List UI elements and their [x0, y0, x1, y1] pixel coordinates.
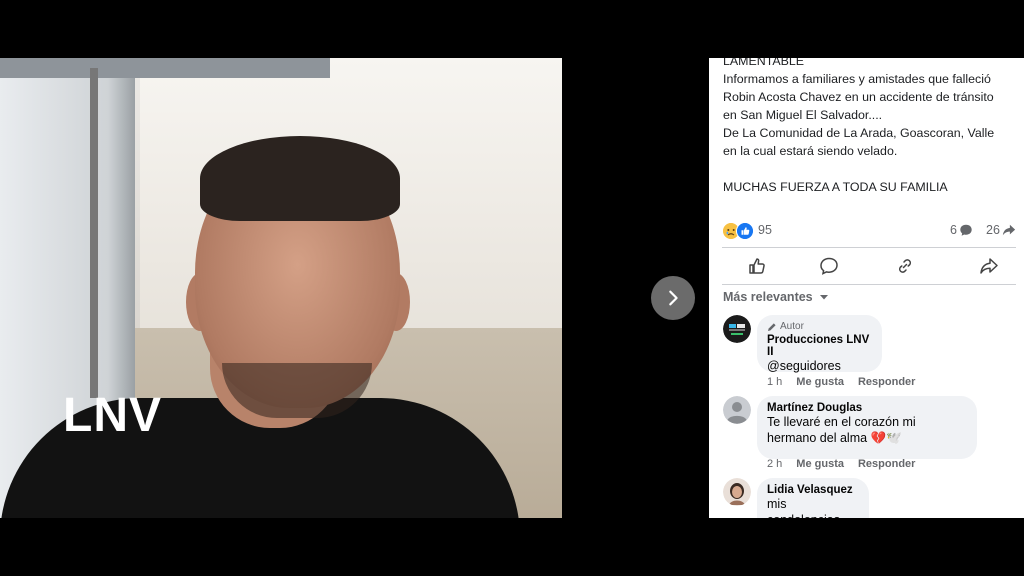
person-hair — [200, 136, 400, 221]
comment-reply-link[interactable]: Responder — [858, 458, 915, 470]
photo-pole — [90, 68, 98, 398]
reactions-bar: 95 6 26 — [722, 221, 1024, 241]
comment-count[interactable]: 6 — [950, 223, 973, 237]
post-line: Robin Acosta Chavez en un accidente de t… — [723, 90, 994, 104]
avatar[interactable] — [723, 315, 751, 343]
comment-bubble: Martínez Douglas Te llevaré en el corazó… — [757, 396, 977, 459]
default-user-avatar-icon — [723, 396, 751, 424]
comment-time[interactable]: 2 h — [767, 458, 782, 470]
commenter-name[interactable]: Lidia Velasquez — [767, 484, 859, 496]
post-line: Informamos a familiares y amistades que … — [723, 72, 991, 86]
post-line: De La Comunidad de La Arada, Goascoran, … — [723, 126, 995, 140]
post-actions — [722, 253, 1016, 279]
page-avatar-icon — [723, 315, 751, 343]
avatar[interactable] — [723, 396, 751, 424]
caret-down-icon — [819, 295, 828, 300]
comment-text-line: hermano del alma 💔🕊️ — [767, 431, 902, 445]
divider — [722, 247, 1016, 248]
comment-bubble: Lidia Velasquez mis condolencias — [757, 478, 869, 518]
post-line: LAMENTABLE — [723, 58, 805, 68]
copy-link-button[interactable] — [894, 255, 916, 277]
thumbs-up-icon — [749, 258, 765, 274]
comment-text-line: Te llevaré en el corazón mi — [767, 415, 916, 429]
post-line: en la cual estará siendo velado. — [723, 144, 898, 158]
comment-time[interactable]: 1 h — [767, 376, 782, 388]
share-icon — [980, 258, 998, 274]
divider — [722, 284, 1016, 285]
next-photo-button[interactable] — [651, 276, 695, 320]
post-text: LAMENTABLE Informamos a familiares y ami… — [723, 58, 1023, 196]
reaction-count[interactable]: 95 — [758, 223, 772, 237]
photo-watermark: LNV — [63, 389, 162, 442]
post-line: en San Miguel El Salvador.... — [723, 108, 883, 122]
share-arrow-icon — [1002, 224, 1016, 236]
comment-icon — [820, 257, 838, 275]
photo-frame — [0, 58, 330, 78]
author-badge-label: Autor — [780, 321, 804, 332]
user-photo-avatar-icon — [723, 478, 751, 506]
reaction-icons[interactable] — [722, 222, 754, 240]
post-photo[interactable]: LNV — [0, 58, 562, 518]
pencil-icon — [768, 322, 776, 331]
comment-bubble: Autor Producciones LNV II @seguidores — [757, 315, 882, 373]
comment-text: mis condolencias — [767, 497, 840, 518]
commenter-name[interactable]: Martínez Douglas — [767, 402, 967, 414]
post-panel: LAMENTABLE Informamos a familiares y ami… — [709, 58, 1024, 518]
comment-meta: 2 h Me gusta Responder — [767, 458, 915, 470]
share-count[interactable]: 26 — [986, 223, 1016, 237]
comment-count-value: 6 — [950, 223, 957, 237]
share-count-value: 26 — [986, 223, 1000, 237]
sort-comments-dropdown[interactable]: Más relevantes — [723, 290, 829, 304]
like-button[interactable] — [746, 255, 768, 277]
author-badge: Autor — [767, 321, 872, 332]
comment-bubble-icon — [960, 224, 972, 236]
post-closing: MUCHAS FUERZA A TODA SU FAMILIA — [723, 180, 948, 194]
like-reaction-icon — [736, 222, 754, 240]
comment-text: @seguidores — [767, 359, 841, 373]
comment-like-link[interactable]: Me gusta — [796, 458, 844, 470]
sort-label: Más relevantes — [723, 290, 813, 304]
comment-reply-link[interactable]: Responder — [858, 376, 915, 388]
commenter-name[interactable]: Producciones LNV II — [767, 334, 872, 358]
link-icon — [898, 259, 912, 273]
comment-button[interactable] — [818, 255, 840, 277]
chevron-right-icon — [669, 290, 678, 306]
comment-meta: 1 h Me gusta Responder — [767, 376, 915, 388]
avatar[interactable] — [723, 478, 751, 506]
share-button[interactable] — [978, 255, 1000, 277]
comment-like-link[interactable]: Me gusta — [796, 376, 844, 388]
